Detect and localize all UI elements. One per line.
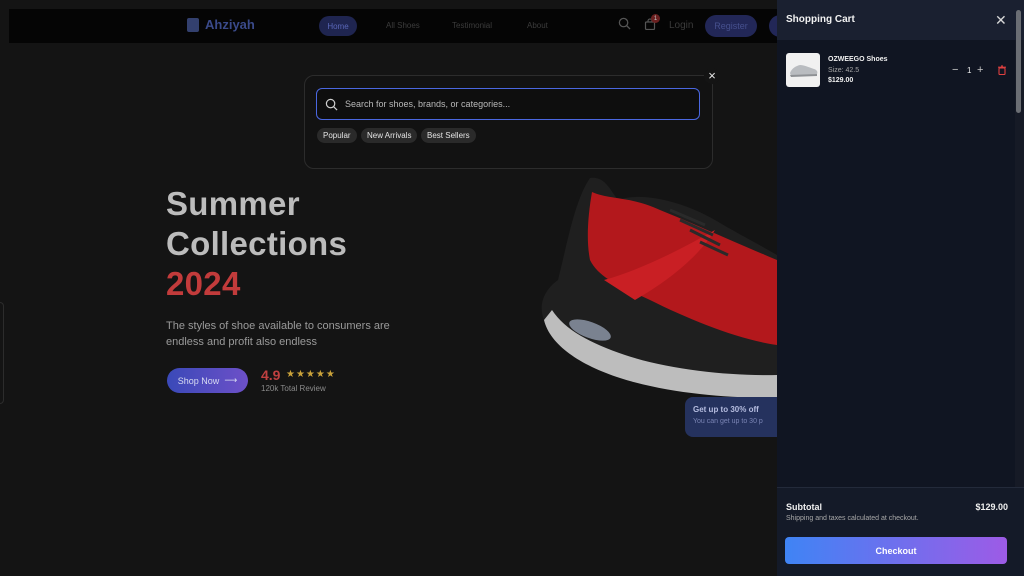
checkout-button[interactable]: Checkout [785, 537, 1007, 564]
cart-item-size: Size: 42.5 [828, 67, 860, 74]
cart-item-price: $129.00 [828, 77, 854, 84]
subtotal-label: Subtotal [786, 502, 822, 512]
shopping-cart-drawer: Shopping Cart ✕ OZWEEGO Shoes Size: 42.5… [777, 0, 1024, 576]
hero-title-line1: Summer [166, 185, 300, 222]
close-icon[interactable]: × [704, 68, 720, 84]
cart-count-badge: 1 [651, 14, 660, 23]
quantity-decrease-button[interactable]: − [952, 64, 958, 76]
sneaker-image [541, 177, 777, 398]
quantity-increase-button[interactable]: + [977, 64, 983, 76]
shipping-note: Shipping and taxes calculated at checkou… [786, 515, 919, 522]
search-chip-popular[interactable]: Popular [317, 128, 357, 143]
subtotal-value: $129.00 [975, 502, 1008, 512]
nav-link-all-shoes[interactable]: All Shoes [386, 21, 420, 30]
cart-header: Shopping Cart ✕ [777, 0, 1024, 40]
nav-link-testimonial[interactable]: Testimonial [452, 21, 492, 30]
search-chip-best-sellers[interactable]: Best Sellers [421, 128, 476, 143]
promo-title: Get up to 30% off [693, 405, 759, 414]
brand-name: Ahziyah [205, 17, 255, 32]
star-rating-icon: ★★★★★ [286, 369, 336, 380]
side-tab[interactable] [0, 302, 4, 404]
cart-item-name: OZWEEGO Shoes [828, 56, 888, 63]
close-icon[interactable]: ✕ [995, 12, 1007, 29]
shop-now-button[interactable]: Shop Now ⟶ [167, 368, 248, 393]
nav-link-about[interactable]: About [527, 21, 548, 30]
promo-card[interactable]: Get up to 30% off You can get up to 30 p [685, 397, 777, 437]
cart-item-quantity: 1 [967, 66, 972, 75]
scrollbar-thumb[interactable] [1016, 10, 1021, 113]
nav-link-home[interactable]: Home [319, 16, 357, 36]
hero-title: Summer Collections 2024 [166, 184, 347, 304]
search-box[interactable] [316, 88, 700, 120]
register-button[interactable]: Register [705, 15, 757, 37]
shop-now-label: Shop Now [177, 375, 220, 386]
trash-icon[interactable] [997, 65, 1007, 75]
search-chip-new-arrivals[interactable]: New Arrivals [361, 128, 418, 143]
search-icon[interactable] [618, 17, 631, 30]
cart-footer: Subtotal $129.00 Shipping and taxes calc… [777, 487, 1024, 576]
search-icon [325, 98, 338, 110]
hero-description: The styles of shoe available to consumer… [166, 320, 390, 348]
hero-title-year: 2024 [166, 265, 241, 302]
hero-title-line2: Collections [166, 225, 348, 262]
rating-value: 4.9 [261, 367, 281, 383]
login-link[interactable]: Login [669, 20, 693, 31]
arrow-right-icon: ⟶ [224, 375, 238, 385]
cart-title: Shopping Cart [786, 14, 855, 25]
bag-logo-icon [187, 17, 199, 32]
brand-logo[interactable]: Ahziyah [187, 17, 255, 32]
product-thumbnail [786, 53, 820, 87]
sneaker-thumbnail-icon [790, 65, 818, 77]
review-count: 120k Total Review [261, 384, 326, 393]
promo-subtitle: You can get up to 30 p [693, 418, 763, 425]
search-input[interactable] [345, 99, 685, 109]
